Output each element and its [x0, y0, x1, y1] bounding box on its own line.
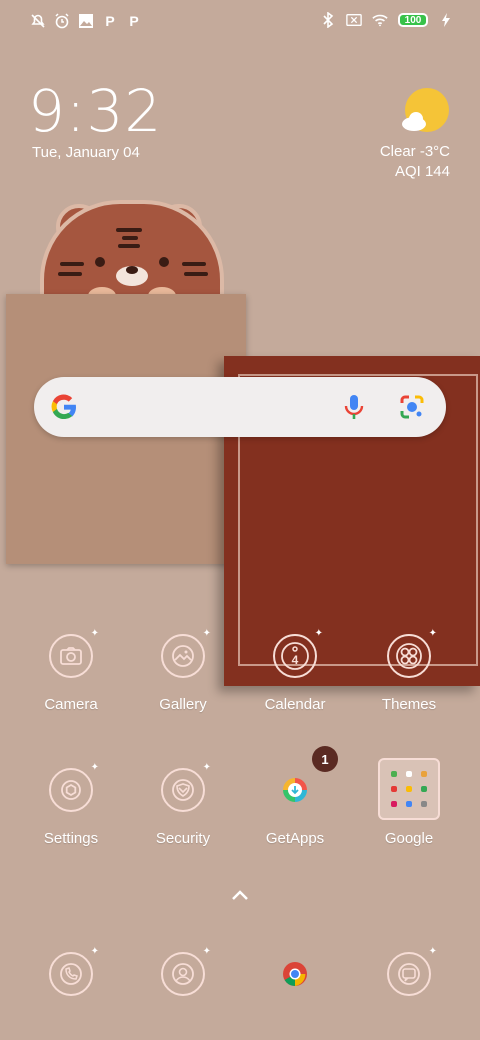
sim-off-icon — [346, 12, 362, 28]
app-label: Google — [384, 830, 434, 847]
themes-icon: ✦ — [387, 628, 437, 678]
google-folder-icon — [378, 758, 440, 820]
app-thumb-icon — [390, 801, 397, 808]
p-icon: P — [105, 13, 115, 29]
alarm-off-icon — [30, 13, 46, 29]
status-bar: P P 100 — [0, 0, 480, 42]
sparkle-icon: ✦ — [90, 762, 99, 773]
app-thumb-icon — [405, 801, 412, 808]
phone-icon: ✦ — [49, 946, 99, 996]
sparkle-icon: ✦ — [428, 946, 437, 957]
getapps-icon — [273, 768, 317, 812]
app-label: Gallery — [159, 696, 207, 713]
status-right: 100 — [320, 12, 454, 28]
dock-contacts[interactable]: ✦ — [128, 946, 238, 996]
settings-gear-icon: ✦ — [49, 762, 99, 812]
google-search-bar[interactable] — [34, 377, 446, 437]
sparkle-icon: ✦ — [314, 628, 323, 639]
app-camera[interactable]: ✦ Camera — [16, 628, 126, 713]
p-icon: P — [129, 13, 139, 29]
app-thumb-icon — [421, 770, 428, 777]
microphone-icon[interactable] — [342, 393, 366, 426]
app-label: Security — [155, 830, 211, 847]
app-getapps[interactable]: 1 GetApps — [240, 746, 350, 847]
security-shield-icon: ✦ — [161, 762, 211, 812]
folder-google[interactable]: Google — [354, 758, 464, 847]
sparkle-icon: ✦ — [202, 946, 211, 957]
app-thumb-icon — [421, 801, 428, 808]
alarm-clock-icon — [54, 13, 70, 29]
status-left: P P — [30, 13, 142, 29]
sparkle-icon: ✦ — [202, 762, 211, 773]
app-settings[interactable]: ✦ Settings — [16, 762, 126, 847]
app-label: Themes — [381, 696, 437, 713]
clock-date[interactable]: Tue, January 04 — [32, 144, 140, 161]
app-thumb-icon — [421, 785, 428, 792]
app-security[interactable]: ✦ Security — [128, 762, 238, 847]
weather-sun-cloud-icon[interactable] — [400, 88, 450, 138]
dock-chrome[interactable] — [240, 952, 350, 996]
notification-badge: 1 — [312, 746, 338, 772]
wifi-icon — [372, 12, 388, 28]
lens-icon[interactable] — [398, 393, 426, 426]
chrome-icon — [273, 952, 317, 996]
app-thumb-icon — [405, 770, 412, 777]
contacts-icon: ✦ — [161, 946, 211, 996]
app-gallery[interactable]: ✦ Gallery — [128, 628, 238, 713]
weather-aqi[interactable]: AQI 144 — [395, 163, 450, 180]
app-label: Calendar — [264, 696, 326, 713]
app-drawer-chevron-up-icon[interactable] — [228, 886, 252, 904]
battery-indicator: 100 — [398, 13, 428, 27]
app-calendar[interactable]: 4 ✦ Calendar — [240, 628, 350, 713]
sparkle-icon: ✦ — [90, 628, 99, 639]
sparkle-icon: ✦ — [428, 628, 437, 639]
app-themes[interactable]: ✦ Themes — [354, 628, 464, 713]
gallery-icon: ✦ — [161, 628, 211, 678]
google-g-icon — [50, 393, 78, 426]
app-label: GetApps — [265, 830, 325, 847]
messages-icon: ✦ — [387, 946, 437, 996]
sparkle-icon: ✦ — [90, 946, 99, 957]
dock-messages[interactable]: ✦ — [354, 946, 464, 996]
bluetooth-icon — [320, 12, 336, 28]
app-thumb-icon — [390, 770, 397, 777]
app-label: Camera — [44, 696, 98, 713]
charging-icon — [438, 12, 454, 28]
calendar-icon: 4 ✦ — [273, 628, 323, 678]
app-thumb-icon — [390, 785, 397, 792]
weather-condition[interactable]: Clear -3°C — [380, 143, 450, 160]
sparkle-icon: ✦ — [202, 628, 211, 639]
clock-time[interactable]: 9:32 — [28, 80, 162, 142]
app-label: Settings — [43, 830, 99, 847]
photo-icon — [78, 13, 94, 29]
calendar-day: 4 — [291, 653, 299, 667]
dock-phone[interactable]: ✦ — [16, 946, 126, 996]
app-thumb-icon — [405, 785, 412, 792]
camera-icon: ✦ — [49, 628, 99, 678]
